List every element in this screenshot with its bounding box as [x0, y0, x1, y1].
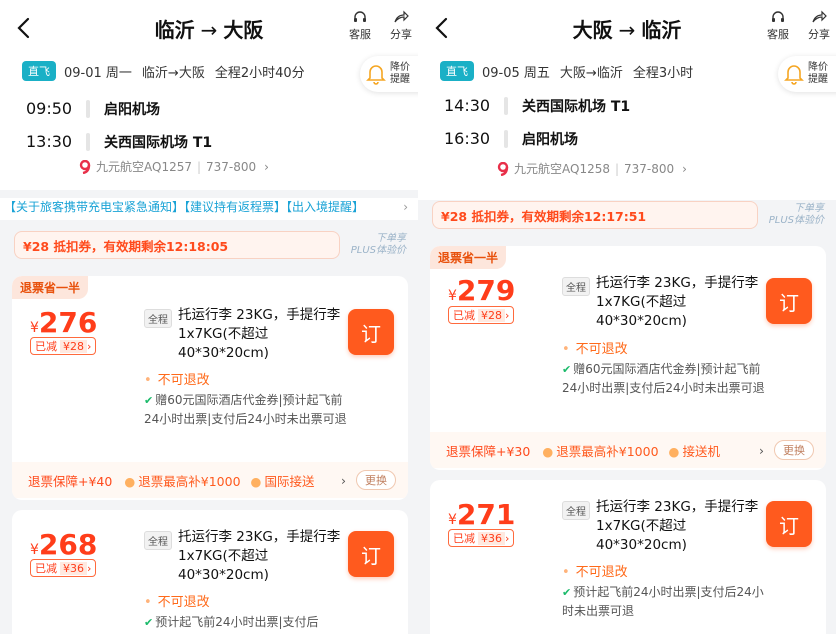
reduced-amount-tag[interactable]: 已减 ¥28 › — [30, 337, 97, 355]
fare-price: ¥268 — [30, 528, 98, 561]
headset-icon — [354, 11, 366, 22]
flight-timeline: 09:50 启阳机场 13:30 关西国际机场 T1 — [26, 92, 386, 158]
airline-info[interactable]: 九元航空AQ1257 | 737-800 › — [78, 158, 269, 175]
share-button[interactable]: 分享 — [383, 10, 418, 42]
depart-airport: 启阳机场 — [104, 101, 160, 118]
flight-header: 大阪 → 临沂 客服 分享 直飞 09-05 周五 大阪→临沂 全程3小时 降价 提醒… — [418, 0, 836, 200]
share-icon — [394, 10, 409, 23]
price-alert-button[interactable]: 降价 提醒 — [360, 56, 418, 92]
full-trip-tag: 全程 — [562, 501, 590, 520]
chevron-right-icon: › — [341, 472, 346, 488]
check-icon: ✔ — [144, 616, 154, 629]
no-refund-label: • 不可退改 — [562, 565, 628, 580]
bell-icon — [784, 65, 804, 85]
full-trip-tag: 全程 — [144, 531, 172, 550]
no-refund-label: • 不可退改 — [562, 342, 628, 357]
fare-benefits: ✔ 预计起飞前24小时出票|支付后 — [144, 615, 319, 629]
chevron-right-icon: › — [759, 442, 764, 458]
airline-info[interactable]: 九元航空AQ1258 | 737-800 › — [496, 160, 687, 177]
arrive-airport: 启阳机场 — [522, 131, 578, 148]
baggage-info: 托运行李 23KG，手提行李 1x7KG(不超过40*30*20cm) — [178, 307, 341, 361]
depart-time: 09:50 — [26, 99, 73, 118]
customer-service-button[interactable]: 客服 — [342, 10, 378, 42]
fare-card: ¥268 已减 ¥36 › 全程 托运行李 23KG，手提行李 1x7KG(不超过4… — [12, 510, 408, 634]
plus-price-label: 下单享 PLUS体验价 — [350, 233, 406, 256]
baggage-info: 托运行李 23KG，手提行李 1x7KG(不超过40*30*20cm) — [596, 499, 759, 553]
check-circle-icon: ● — [668, 443, 680, 459]
flight-timeline: 14:30 关西国际机场 T1 16:30 启阳机场 — [444, 89, 804, 155]
plus-price-label: 下单享 PLUS体验价 — [768, 203, 824, 226]
share-button[interactable]: 分享 — [801, 10, 836, 42]
flight-header: 临沂 → 大阪 客服 分享 直飞 09-01 周一 临沂→大阪 全程2小时40分 降… — [0, 0, 418, 190]
return-panel: 大阪 → 临沂 客服 分享 直飞 09-05 周五 大阪→临沂 全程3小时 降价 提醒… — [418, 0, 836, 634]
chevron-right-icon: › — [264, 159, 269, 174]
order-button[interactable]: 订 — [348, 309, 394, 355]
reduced-amount-tag[interactable]: 已减 ¥28 › — [448, 306, 515, 324]
notice-banner[interactable]: 【关于旅客携带充电宝紧急通知】【建议持有返程票】【出入境提醒】 › — [0, 198, 418, 220]
arrive-time: 13:30 — [26, 132, 73, 151]
full-trip-tag: 全程 — [144, 309, 172, 328]
full-trip-tag: 全程 — [562, 277, 590, 296]
no-refund-label: • 不可退改 — [144, 595, 210, 610]
customer-service-button[interactable]: 客服 — [760, 10, 796, 42]
headset-icon — [772, 11, 784, 22]
refund-guarantee-bar[interactable]: 退票保障+¥30 ● 退票最高补¥1000 ● 接送机 › 更换 — [430, 432, 826, 468]
fare-card: 退票省一半 ¥276 已减 ¥28 › 全程 托运行李 23KG，手提行李 1x7K… — [12, 276, 408, 500]
arrive-airport: 关西国际机场 T1 — [104, 134, 213, 151]
check-icon: ✔ — [562, 586, 572, 599]
check-circle-icon: ● — [124, 473, 136, 489]
flight-summary: 直飞 09-01 周一 临沂→大阪 全程2小时40分 — [22, 60, 315, 82]
reduced-amount-tag[interactable]: 已减 ¥36 › — [30, 559, 97, 577]
order-button[interactable]: 订 — [766, 501, 812, 547]
check-circle-icon: ● — [250, 473, 262, 489]
fare-benefits: ✔ 预计起飞前24小时出票|支付后24小时未出票可退 — [562, 585, 764, 618]
fare-price: ¥279 — [448, 274, 516, 307]
bell-icon — [366, 65, 386, 85]
flight-summary: 直飞 09-05 周五 大阪→临沂 全程3小时 — [440, 60, 703, 82]
baggage-info: 托运行李 23KG，手提行李 1x7KG(不超过40*30*20cm) — [178, 529, 341, 583]
fare-card: ¥271 已减 ¥36 › 全程 托运行李 23KG，手提行李 1x7KG(不超过4… — [430, 480, 826, 634]
baggage-info: 托运行李 23KG，手提行李 1x7KG(不超过40*30*20cm) — [596, 275, 759, 329]
chevron-right-icon: › — [682, 161, 687, 176]
reduced-amount-tag[interactable]: 已减 ¥36 › — [448, 529, 515, 547]
depart-airport: 关西国际机场 T1 — [522, 98, 631, 115]
chevron-right-icon: › — [403, 200, 408, 214]
order-button[interactable]: 订 — [766, 278, 812, 324]
change-button[interactable]: 更换 — [356, 470, 396, 490]
check-circle-icon: ● — [542, 443, 554, 459]
order-button[interactable]: 订 — [348, 531, 394, 577]
fare-card: 退票省一半 ¥279 已减 ¥28 › 全程 托运行李 23KG，手提行李 1x7K… — [430, 246, 826, 470]
coupon-banner[interactable]: ¥28 抵扣券，有效期剩余12:18:05 — [14, 231, 340, 259]
price-alert-button[interactable]: 降价 提醒 — [778, 56, 836, 92]
fare-benefits: ✔ 赠60元国际酒店代金券|预计起飞前24小时出票|支付后24小时未出票可退 — [562, 362, 765, 395]
check-icon: ✔ — [562, 363, 572, 376]
share-icon — [812, 10, 827, 23]
fare-price: ¥271 — [448, 498, 516, 531]
refund-half-badge: 退票省一半 — [430, 246, 507, 269]
direct-tag: 直飞 — [22, 61, 56, 81]
direct-tag: 直飞 — [440, 61, 474, 81]
arrive-time: 16:30 — [444, 129, 491, 148]
refund-half-badge: 退票省一半 — [12, 276, 89, 299]
outbound-panel: 临沂 → 大阪 客服 分享 直飞 09-01 周一 临沂→大阪 全程2小时40分 降… — [0, 0, 418, 634]
coupon-banner[interactable]: ¥28 抵扣券，有效期剩余12:17:51 — [432, 201, 758, 229]
depart-time: 14:30 — [444, 96, 491, 115]
airline-logo-icon — [79, 159, 91, 174]
check-icon: ✔ — [144, 394, 154, 407]
no-refund-label: • 不可退改 — [144, 373, 210, 388]
fare-price: ¥276 — [30, 306, 98, 339]
airline-logo-icon — [497, 161, 509, 176]
refund-guarantee-bar[interactable]: 退票保障+¥40 ● 退票最高补¥1000 ● 国际接送 › 更换 — [12, 462, 408, 498]
change-button[interactable]: 更换 — [774, 440, 814, 460]
fare-benefits: ✔ 赠60元国际酒店代金券|预计起飞前24小时出票|支付后24小时未出票可退 — [144, 393, 347, 426]
